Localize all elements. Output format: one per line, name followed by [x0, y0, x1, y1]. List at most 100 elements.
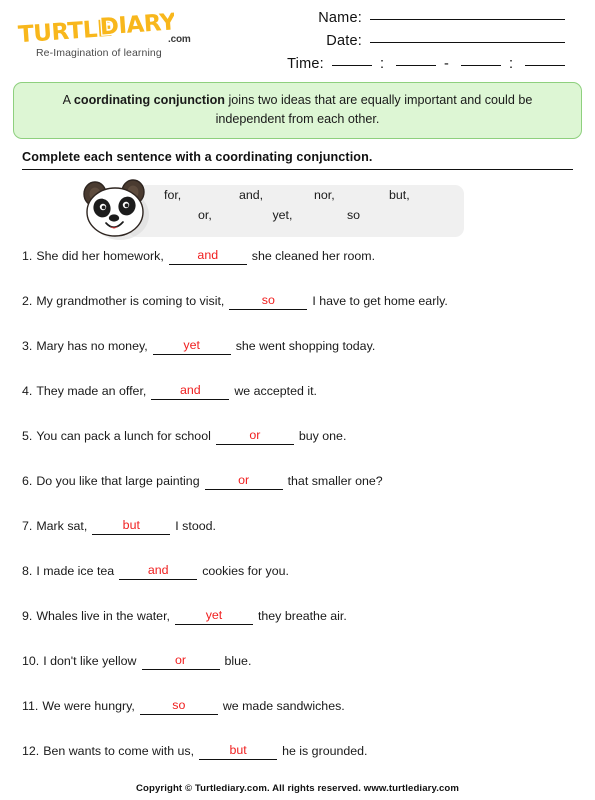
question-row: 8. I made ice tea and cookies for you.	[22, 560, 573, 605]
name-label: Name:	[318, 10, 362, 26]
question-text-after: we made sandwiches.	[222, 698, 345, 713]
question-number: 11.	[22, 698, 39, 713]
question-row: 9. Whales live in the water, yet they br…	[22, 605, 573, 650]
name-input-line[interactable]	[370, 19, 565, 20]
question-text-before: Whales live in the water,	[36, 608, 170, 623]
answer-blank[interactable]: and	[119, 562, 198, 580]
question-row: 6. Do you like that large painting or th…	[22, 470, 573, 515]
answer-blank[interactable]: yet	[152, 338, 231, 355]
instruction-text: Complete each sentence with a coordinati…	[22, 149, 373, 164]
question-row: 1. She did her homework, and she cleaned…	[22, 245, 573, 290]
time-separator-2: -	[444, 56, 449, 72]
time-end-hour-line[interactable]	[460, 65, 501, 66]
question-row: 4. They made an offer, and we accepted i…	[22, 380, 573, 425]
question-number: 5.	[22, 428, 33, 443]
time-end-minute-line[interactable]	[525, 65, 565, 66]
panda-face-icon	[76, 179, 160, 243]
question-number: 4.	[22, 383, 33, 398]
question-text-after: we accepted it.	[234, 383, 317, 398]
svg-text:DIARY: DIARY	[99, 12, 174, 41]
word-bank-item-so[interactable]: so	[347, 208, 421, 222]
answer-text: or	[249, 427, 261, 442]
question-text-before: My grandmother is coming to visit,	[36, 293, 225, 308]
time-separator-1: :	[379, 56, 384, 72]
question-text-after: I stood.	[175, 518, 216, 533]
word-bank-item-or[interactable]: or,	[198, 208, 272, 222]
question-row: 11. We were hungry, so we made sandwiche…	[22, 695, 573, 740]
answer-blank[interactable]: so	[229, 292, 308, 310]
answer-text: and	[197, 247, 219, 262]
question-row: 2. My grandmother is coming to visit, so…	[22, 290, 573, 335]
copyright-footer: Copyright © Turtlediary.com. All rights …	[136, 783, 459, 794]
answer-blank[interactable]: or	[215, 427, 294, 445]
question-text-after: I have to get home early.	[312, 293, 448, 308]
instruction-section: Complete each sentence with a coordinati…	[22, 150, 573, 170]
word-bank-item-yet[interactable]: yet,	[272, 208, 346, 222]
answer-blank[interactable]: yet	[174, 607, 253, 625]
time-field-row: Time: : - :	[226, 56, 565, 72]
banner-lead-text: A	[62, 93, 74, 107]
answer-blank[interactable]: and	[151, 382, 230, 400]
question-text-before: She did her homework,	[36, 248, 164, 263]
answer-blank[interactable]: or	[204, 472, 283, 490]
question-text-before: We were hungry,	[42, 698, 135, 713]
name-field-row: Name:	[226, 10, 565, 26]
definition-banner: A coordinating conjunction joins two ide…	[13, 82, 582, 139]
logo-tagline: Re-Imagination of learning	[36, 47, 162, 59]
word-bank-item-nor[interactable]: nor,	[314, 188, 389, 202]
question-text-after: cookies for you.	[202, 563, 289, 578]
page-header: TURTLE DIARY .com Re-Imagination of lear…	[0, 0, 595, 78]
answer-text: but	[122, 517, 140, 532]
answer-text: or	[175, 652, 187, 667]
question-number: 3.	[22, 338, 33, 353]
question-text-before: You can pack a lunch for school	[36, 428, 211, 443]
word-bank: for, and, nor, but, or, yet, so	[0, 179, 595, 241]
question-number: 1.	[22, 248, 33, 263]
question-text-before: I don't like yellow	[43, 653, 137, 668]
question-row: 7. Mark sat, but I stood.	[22, 515, 573, 560]
answer-blank[interactable]: so	[139, 698, 218, 715]
time-start-minute-line[interactable]	[396, 65, 436, 66]
question-text-before: They made an offer,	[36, 383, 147, 398]
student-info-fields: Name: Date: Time: : - :	[226, 6, 581, 79]
question-number: 12.	[22, 743, 40, 758]
word-bank-item-and[interactable]: and,	[239, 188, 314, 202]
date-field-row: Date:	[226, 33, 565, 49]
answer-text: and	[147, 562, 169, 577]
question-text-before: I made ice tea	[36, 563, 115, 578]
question-text-before: Do you like that large painting	[36, 473, 200, 488]
answer-blank[interactable]: or	[141, 652, 220, 670]
answer-blank[interactable]: but	[92, 517, 171, 535]
answer-text: and	[179, 382, 201, 397]
question-text-after: she cleaned her room.	[251, 248, 376, 263]
question-number: 7.	[22, 518, 33, 533]
answer-blank[interactable]: but	[199, 742, 278, 760]
question-row: 12. Ben wants to come with us, but he is…	[22, 740, 573, 785]
question-number: 6.	[22, 473, 33, 488]
question-row: 3. Mary has no money, yet she went shopp…	[22, 335, 573, 380]
answer-text: yet	[205, 607, 223, 622]
brand-logo[interactable]: TURTLE DIARY .com Re-Imagination of lear…	[14, 6, 226, 59]
question-text-before: Ben wants to come with us,	[43, 743, 195, 758]
answer-text: so	[261, 292, 275, 307]
time-label: Time:	[287, 56, 324, 72]
banner-term: coordinating conjunction	[73, 93, 225, 107]
date-input-line[interactable]	[370, 42, 565, 43]
time-start-hour-line[interactable]	[331, 65, 372, 66]
answer-text: but	[229, 742, 247, 757]
question-text-after: buy one.	[298, 428, 347, 443]
question-text-after: she went shopping today.	[235, 338, 376, 353]
question-row: 10. I don't like yellow or blue.	[22, 650, 573, 695]
time-separator-3: :	[508, 56, 513, 72]
question-text-after: they breathe air.	[257, 608, 347, 623]
word-bank-items: for, and, nor, but, or, yet, so	[164, 188, 464, 228]
turtle-diary-logo-icon: TURTLE DIARY	[14, 12, 174, 46]
answer-text: or	[238, 472, 250, 487]
banner-rest-text: joins two ideas that are equally importa…	[215, 93, 533, 126]
question-text-after: he is grounded.	[282, 743, 368, 758]
word-bank-item-for[interactable]: for,	[164, 188, 239, 202]
question-number: 9.	[22, 608, 33, 623]
answer-blank[interactable]: and	[168, 247, 247, 265]
question-number: 8.	[22, 563, 33, 578]
word-bank-item-but[interactable]: but,	[389, 188, 464, 202]
